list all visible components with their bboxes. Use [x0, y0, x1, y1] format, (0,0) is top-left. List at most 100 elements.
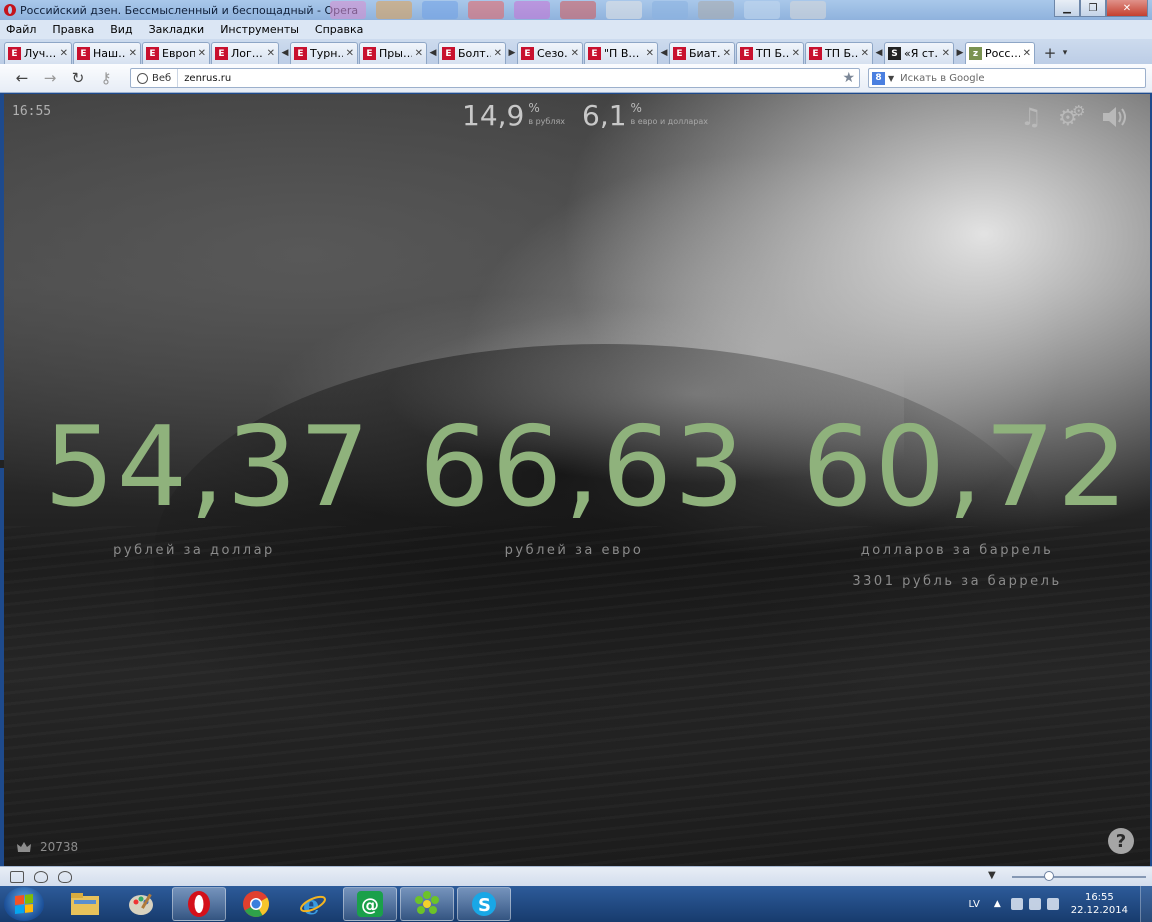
tab-label: Лог… [231, 47, 263, 60]
tab-close-icon[interactable]: ✕ [571, 48, 579, 59]
tab-8[interactable]: EСезо…✕ [517, 42, 583, 64]
tab-6[interactable]: E Пры… ✕ [359, 42, 427, 64]
tab-10[interactable]: EБиат…✕ [669, 42, 735, 64]
system-clock[interactable]: 16:55 22.12.2014 [1071, 891, 1128, 917]
skype-icon: S [472, 892, 496, 916]
network-icon[interactable] [1010, 898, 1023, 910]
tab-11[interactable]: EТП Б…✕ [736, 42, 804, 64]
eurosport-favicon-icon: E [740, 47, 753, 60]
tab-close-icon[interactable]: ✕ [792, 48, 800, 59]
tab-2[interactable]: E Наш… ✕ [73, 42, 141, 64]
tab-close-icon[interactable]: ✕ [129, 48, 137, 59]
tray-expand-icon[interactable]: ▲ [994, 899, 1001, 909]
taskbar-icq[interactable] [400, 887, 454, 921]
tab-9[interactable]: E "П В… ✕ [584, 42, 658, 64]
web-badge[interactable]: Веб [131, 69, 179, 87]
inflation-usd-eur: 6,1 % в евро и долларах [582, 102, 708, 130]
flag-icon[interactable] [1046, 898, 1059, 910]
back-arrow-icon[interactable]: ← [12, 69, 32, 87]
tab-close-icon[interactable]: ✕ [861, 48, 869, 59]
google-search-icon[interactable]: 8 [872, 71, 885, 85]
language-indicator[interactable]: LV [968, 899, 979, 910]
tab-close-icon[interactable]: ✕ [346, 48, 354, 59]
eurosport-favicon-icon: E [8, 47, 21, 60]
url-text[interactable]: zenrus.ru [178, 73, 842, 84]
speaker-icon[interactable] [1100, 104, 1130, 130]
tab-scroll-right-icon[interactable]: ▶ [507, 42, 517, 64]
taskbar-opera[interactable] [172, 887, 226, 921]
tab-scroll-left-icon[interactable]: ◀ [874, 42, 884, 64]
forward-arrow-icon[interactable]: → [40, 69, 60, 87]
menu-help[interactable]: Справка [315, 23, 371, 36]
taskbar-internet-explorer[interactable]: e [286, 887, 340, 921]
icq-flower-icon [415, 891, 439, 914]
zoom-slider-knob[interactable] [1044, 871, 1054, 881]
tab-close-icon[interactable]: ✕ [723, 48, 731, 59]
volume-icon[interactable] [1028, 898, 1041, 910]
tab-list-icon[interactable]: ▾ [1060, 42, 1070, 64]
tab-close-icon[interactable]: ✕ [494, 48, 502, 59]
menu-file[interactable]: Файл [6, 23, 44, 36]
menu-edit[interactable]: Правка [52, 23, 102, 36]
tab-scroll-left-icon[interactable]: ◀ [428, 42, 438, 64]
address-input[interactable]: Веб zenrus.ru ★ [130, 68, 860, 88]
taskbar-skype[interactable]: S [457, 887, 511, 921]
tab-close-icon[interactable]: ✕ [198, 48, 206, 59]
tab-3[interactable]: EEвроп…✕ [142, 42, 210, 64]
tab-4[interactable]: E Лог… ✕ [211, 42, 279, 64]
show-desktop-button[interactable] [1140, 886, 1152, 922]
tab-1[interactable]: E Луч… ✕ [4, 42, 72, 64]
inflation-rub: 14,9 % в рублях [462, 102, 565, 130]
tab-close-icon[interactable]: ✕ [60, 48, 68, 59]
zoom-slider[interactable] [1012, 871, 1146, 881]
side-panel-handle[interactable] [0, 460, 4, 468]
bookmark-star-icon[interactable]: ★ [842, 70, 859, 86]
globe-icon [137, 72, 148, 84]
tab-7[interactable]: EБолт…✕ [438, 42, 506, 64]
view-arrow-icon[interactable]: ▼ [988, 870, 996, 881]
taskbar-mail-agent[interactable]: @ [343, 887, 397, 921]
tab-label: Луч… [24, 47, 57, 60]
gears-icon[interactable]: ⚙ ⚙ [1058, 102, 1088, 131]
windows-logo-icon [15, 894, 33, 914]
tab-close-icon[interactable]: ✕ [1023, 48, 1031, 59]
new-tab-button[interactable]: + [1040, 42, 1060, 64]
tab-13[interactable]: S«Я ст…✕ [884, 42, 954, 64]
taskbar-explorer[interactable] [58, 887, 112, 921]
tab-scroll-left-icon[interactable]: ◀ [280, 42, 290, 64]
menu-view[interactable]: Вид [110, 23, 140, 36]
eurosport-favicon-icon: E [77, 47, 90, 60]
minimize-button[interactable]: ▁ [1054, 0, 1080, 17]
start-button[interactable] [4, 887, 44, 921]
search-input[interactable]: 8 ▼ Искать в Google [868, 68, 1146, 88]
usd-rate-label: рублей за доллар [113, 543, 275, 558]
search-engine-dropdown-icon[interactable]: ▼ [888, 74, 894, 83]
help-icon[interactable]: ? [1108, 828, 1134, 854]
tab-close-icon[interactable]: ✕ [415, 48, 423, 59]
tab-5[interactable]: EТурн…✕ [290, 42, 358, 64]
tab-close-icon[interactable]: ✕ [942, 48, 950, 59]
tab-close-icon[interactable]: ✕ [267, 48, 275, 59]
panel-toggle-icon[interactable] [10, 870, 24, 883]
music-icon[interactable]: ♫ [1016, 103, 1046, 131]
menu-tools[interactable]: Инструменты [220, 23, 307, 36]
menu-bookmarks[interactable]: Закладки [149, 23, 213, 36]
menu-bar: Файл Правка Вид Закладки Инструменты Спр… [0, 20, 1152, 39]
taskbar-chrome[interactable] [229, 887, 283, 921]
svg-text:@: @ [361, 895, 379, 916]
restore-button[interactable]: ❐ [1080, 0, 1106, 17]
tab-close-icon[interactable]: ✕ [646, 48, 654, 59]
tab-12[interactable]: EТП Б…✕ [805, 42, 873, 64]
tab-scroll-right-icon[interactable]: ▶ [955, 42, 965, 64]
speed-dial-icon[interactable] [58, 870, 72, 883]
close-window-button[interactable]: ✕ [1106, 0, 1148, 17]
usd-rate-value: 54,37 [44, 403, 372, 532]
tab-scroll-left-icon[interactable]: ◀ [659, 42, 669, 64]
eur-rate-value: 66,63 [419, 403, 747, 532]
tab-active[interactable]: z Росс… ✕ [965, 42, 1035, 64]
key-icon[interactable]: ⚷ [96, 69, 116, 87]
cloud-icon[interactable] [34, 870, 48, 883]
taskbar-paint[interactable] [115, 887, 169, 921]
tab-label: "П В… [604, 47, 640, 60]
reload-icon[interactable]: ↻ [68, 69, 88, 87]
